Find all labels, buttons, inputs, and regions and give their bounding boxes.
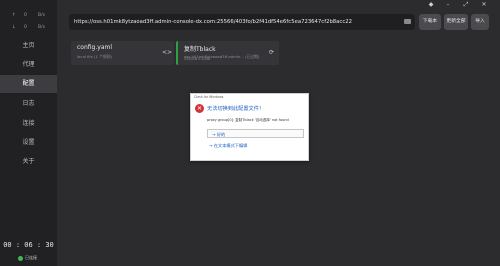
dialog-heading: 无法切换到此配置文件！ xyxy=(207,106,265,112)
close-button[interactable]: ✕ xyxy=(477,0,491,9)
profile-name: config.yaml xyxy=(77,44,113,51)
download-button[interactable]: 下载本 xyxy=(419,14,441,30)
minimize-button[interactable]: – xyxy=(441,0,455,9)
edit-code-icon[interactable]: <> xyxy=(162,49,172,56)
profile-traffic: 295/GB 0.5/GB xyxy=(184,57,210,61)
upload-value: 0 xyxy=(24,13,27,18)
download-unit: B/s xyxy=(38,25,45,30)
edit-text-mode-link[interactable]: → 在文本模式下编辑 xyxy=(209,143,247,149)
upload-arrow-icon: ↑ xyxy=(12,13,16,18)
profile-subtitle: local file (1 个规则) xyxy=(77,54,113,59)
profile-card-selected[interactable]: 复制Tblack oss.h01mk8ytzaoad3ff.admin... (… xyxy=(176,41,279,65)
profile-url-text[interactable]: https://oss.h01mk8ytzaoad3ff.admin-conso… xyxy=(74,14,394,30)
pin-icon[interactable]: ◆ xyxy=(424,0,438,9)
download-value: 0 xyxy=(24,25,27,30)
error-icon: ✕ xyxy=(195,104,204,113)
profile-url-input[interactable]: https://oss.h01mk8ytzaoad3ff.admin-conso… xyxy=(69,14,415,30)
error-dialog: Clash for Windows ✕ 无法切换到此配置文件！ proxy gr… xyxy=(190,93,309,161)
sidebar-item-proxies[interactable]: 代理 xyxy=(0,56,57,74)
profile-card-config[interactable]: config.yaml local file (1 个规则) <> xyxy=(71,41,174,65)
sidebar-item-logs[interactable]: 日志 xyxy=(0,95,57,113)
connection-status-label: 已连接 xyxy=(25,255,37,260)
sidebar-item-home[interactable]: 主页 xyxy=(0,37,57,55)
import-button[interactable]: 导入 xyxy=(471,14,489,30)
dialog-title: Clash for Windows xyxy=(194,95,224,99)
sidebar-item-settings[interactable]: 设置 xyxy=(0,134,57,152)
sidebar-item-connections[interactable]: 连接 xyxy=(0,115,57,133)
update-all-button[interactable]: 更新全部 xyxy=(444,14,468,30)
ok-option-button[interactable]: → 好的 xyxy=(207,129,304,138)
status-dot-icon xyxy=(18,255,23,261)
download-arrow-icon: ↓ xyxy=(12,25,16,30)
sidebar-item-about[interactable]: 关于 xyxy=(0,153,57,171)
maximize-button[interactable]: ⤢ xyxy=(459,0,473,9)
uptime-clock: 00 : 06 : 30 xyxy=(3,241,54,249)
profile-name: 复制Tblack xyxy=(184,46,216,53)
sidebar: ↑ 0 B/s ↓ 0 B/s 主页 代理 配置 日志 连接 设置 关于 00 … xyxy=(0,0,57,266)
connection-status: 已连接 xyxy=(18,255,37,261)
clear-input-icon[interactable] xyxy=(404,19,411,24)
refresh-icon[interactable]: ⟳ xyxy=(269,49,274,56)
dialog-message: proxy group[0]: 复制Tblack '自动选择' not foun… xyxy=(207,118,289,122)
upload-unit: B/s xyxy=(38,13,45,18)
sidebar-item-profiles[interactable]: 配置 xyxy=(0,75,57,93)
